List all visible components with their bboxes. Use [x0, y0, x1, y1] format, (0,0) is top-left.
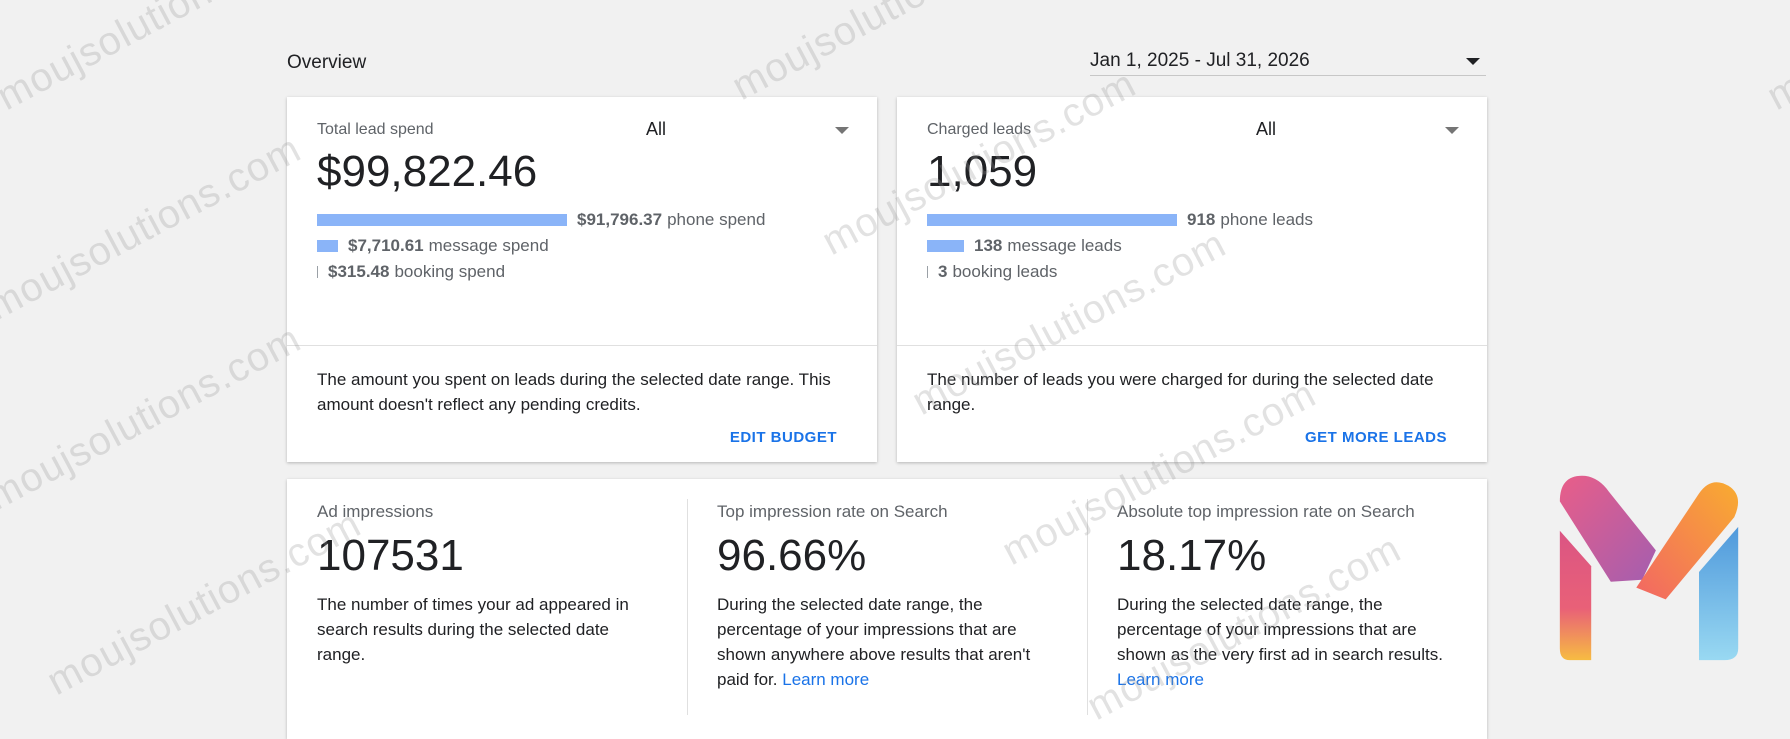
breakdown-row: 138 message leads — [927, 235, 1122, 257]
breakdown-amount: $315.48 — [328, 262, 390, 281]
total-spend-value: $99,822.46 — [317, 147, 538, 196]
dropdown-arrow-icon[interactable] — [1445, 127, 1459, 134]
watermark-text: moujsolutions.com — [1760, 0, 1790, 119]
metric-label: Absolute top impression rate on Search — [1117, 502, 1415, 521]
card-label: Charged leads — [927, 121, 1032, 138]
charged-leads-value: 1,059 — [927, 147, 1038, 196]
metric-description: The number of times your ad appeared in … — [317, 592, 637, 667]
metric-description-text: The number of times your ad appeared in … — [317, 595, 629, 664]
divider — [897, 345, 1487, 346]
metric-description: During the selected date range, the perc… — [717, 592, 1047, 692]
breakdown-text: phone leads — [1220, 210, 1314, 229]
breakdown-row: $91,796.37 phone spend — [317, 209, 765, 231]
breakdown-bar — [927, 266, 928, 278]
card-label: Total lead spend — [317, 121, 434, 138]
breakdown-text: phone spend — [667, 210, 766, 229]
metric-value: 18.17% — [1117, 531, 1267, 580]
metric-description-text: During the selected date range, the perc… — [1117, 595, 1443, 664]
learn-more-link[interactable]: Learn more — [1117, 670, 1204, 689]
leads-filter-select[interactable]: All — [1256, 119, 1276, 140]
breakdown-bar — [317, 214, 567, 226]
breakdown-row: $315.48 booking spend — [317, 261, 505, 283]
dropdown-arrow-icon[interactable] — [835, 127, 849, 134]
spend-filter-select[interactable]: All — [646, 119, 666, 140]
breakdown-row: 3 booking leads — [927, 261, 1057, 283]
divider — [287, 345, 877, 346]
breakdown-text: booking leads — [952, 262, 1058, 281]
breakdown-text: booking spend — [394, 262, 506, 281]
dropdown-arrow-icon[interactable] — [1466, 58, 1480, 65]
date-range-value: Jan 1, 2025 - Jul 31, 2026 — [1090, 50, 1310, 71]
breakdown-bar — [317, 240, 338, 252]
learn-more-link[interactable]: Learn more — [782, 670, 869, 689]
divider — [687, 499, 688, 715]
metric-label: Top impression rate on Search — [717, 502, 948, 521]
breakdown-text: message spend — [428, 236, 549, 255]
metric-value: 107531 — [317, 531, 464, 580]
breakdown-amount: 3 — [938, 262, 948, 281]
metrics-card: Ad impressions 107531 The number of time… — [287, 479, 1487, 739]
breakdown-bar — [927, 214, 1177, 226]
divider — [1087, 499, 1088, 715]
breakdown-amount: 138 — [974, 236, 1003, 255]
card-description: The amount you spent on leads during the… — [317, 370, 831, 414]
metric-description: During the selected date range, the perc… — [1117, 592, 1457, 692]
charged-leads-card: Charged leads All 1,059 918 phone leads … — [897, 97, 1487, 462]
breakdown-row: 918 phone leads — [927, 209, 1313, 231]
breakdown-amount: $91,796.37 — [577, 210, 663, 229]
edit-budget-button[interactable]: EDIT BUDGET — [730, 429, 837, 446]
watermark-logo-icon — [1559, 475, 1739, 661]
breakdown-row: $7,710.61 message spend — [317, 235, 549, 257]
get-more-leads-button[interactable]: GET MORE LEADS — [1305, 429, 1447, 446]
date-range-select[interactable]: Jan 1, 2025 - Jul 31, 2026 — [1090, 46, 1486, 76]
metric-description-text: During the selected date range, the perc… — [717, 595, 1031, 689]
watermark-text: moujsolutions.com — [0, 126, 309, 329]
card-description: The number of leads you were charged for… — [927, 370, 1434, 414]
metric-value: 96.66% — [717, 531, 867, 580]
page-title: Overview — [287, 52, 367, 73]
watermark-text: moujsolutions.com — [0, 316, 309, 519]
breakdown-amount: $7,710.61 — [348, 236, 424, 255]
watermark-text: moujsolutions.com — [725, 0, 1054, 109]
lead-spend-card: Total lead spend All $99,822.46 $91,796.… — [287, 97, 877, 462]
watermark-text: moujsolutions.com — [0, 0, 319, 119]
metric-label: Ad impressions — [317, 502, 434, 521]
breakdown-text: message leads — [1007, 236, 1122, 255]
breakdown-amount: 918 — [1187, 210, 1216, 229]
breakdown-bar — [927, 240, 964, 252]
breakdown-bar — [317, 266, 318, 278]
